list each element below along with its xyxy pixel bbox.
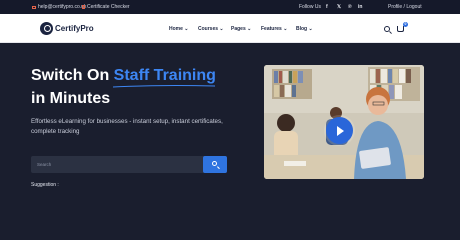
- email-text: help@certifypro.co.uk: [38, 4, 87, 10]
- hero-title-part1: Switch On: [31, 67, 114, 84]
- nav-blog[interactable]: Blog ⌄: [296, 26, 313, 32]
- top-bar: help@certifypro.co.uk Certificate Checke…: [0, 0, 460, 14]
- search-icon[interactable]: [384, 26, 390, 32]
- pinterest-icon[interactable]: ℗: [348, 4, 352, 10]
- cart-count-badge: 0: [403, 22, 408, 27]
- nav-courses[interactable]: Courses ⌄: [198, 26, 224, 32]
- search-button[interactable]: [203, 156, 227, 173]
- highlight-underline: [112, 84, 216, 88]
- hero-title-line2: in Minutes: [31, 90, 111, 107]
- search-icon: [212, 161, 217, 166]
- twitter-icon[interactable]: 𝕏: [337, 4, 341, 10]
- hero-subtitle: Effortless eLearning for businesses - in…: [31, 118, 223, 135]
- certificate-checker-text: Certificate Checker: [87, 4, 130, 10]
- play-video-button[interactable]: [326, 117, 353, 144]
- profile-logout-link[interactable]: Profile / Logout: [388, 4, 422, 10]
- cart-icon[interactable]: [397, 26, 404, 32]
- suggestion-label: Suggestion :: [31, 182, 59, 188]
- main-header: CertifyPro Home ⌄ Courses ⌄ Pages ⌄ Feat…: [0, 14, 460, 43]
- course-search-box: [31, 156, 227, 173]
- logo-text: CertifyPro: [55, 24, 94, 33]
- nav-pages[interactable]: Pages ⌄: [231, 26, 251, 32]
- follow-us-label: Follow Us: [299, 4, 321, 10]
- course-search-input[interactable]: [31, 156, 203, 173]
- certificate-checker-link[interactable]: Certificate Checker: [82, 4, 130, 10]
- logo-icon: [40, 22, 53, 35]
- certificate-icon: [82, 5, 85, 9]
- nav-features[interactable]: Features ⌄: [261, 26, 287, 32]
- mail-icon: [32, 5, 36, 9]
- site-logo[interactable]: CertifyPro: [40, 22, 94, 35]
- nav-home[interactable]: Home ⌄: [169, 26, 188, 32]
- facebook-icon[interactable]: f: [326, 4, 328, 10]
- email-link[interactable]: help@certifypro.co.uk: [32, 4, 86, 10]
- hero-title-highlight: Staff Training: [113, 67, 216, 84]
- linkedin-icon[interactable]: in: [358, 4, 362, 10]
